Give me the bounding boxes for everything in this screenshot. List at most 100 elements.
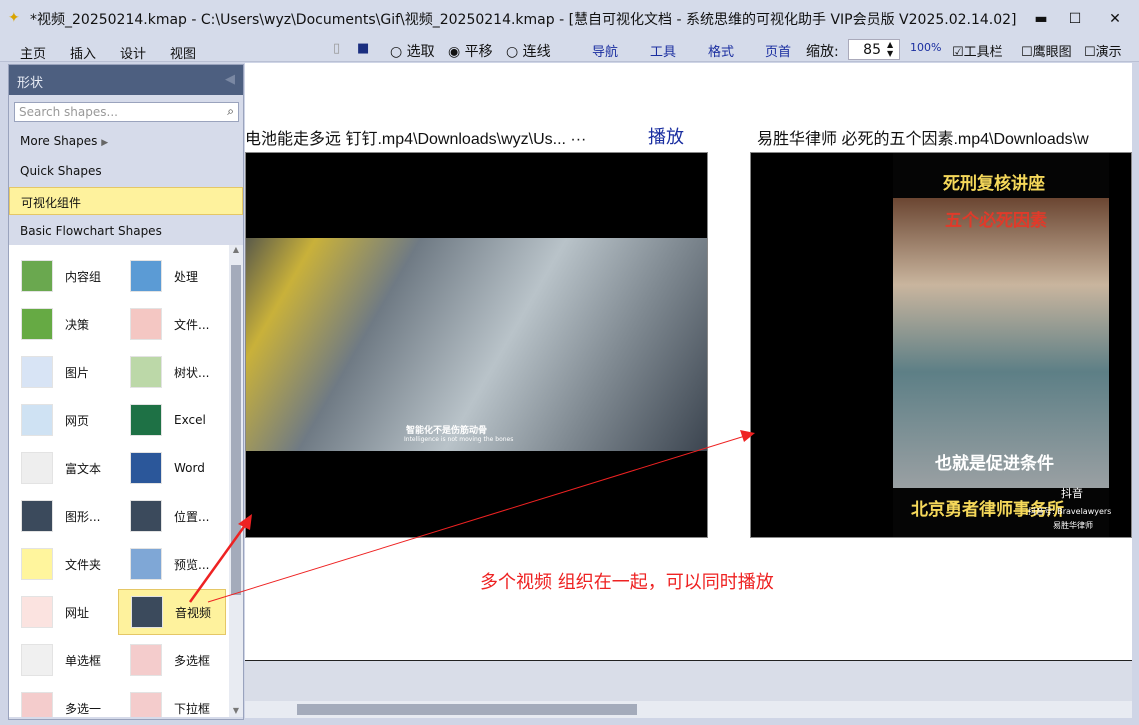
shape-label: 多选框 (174, 653, 211, 668)
eagle-eye-label: 鹰眼图 (1032, 45, 1072, 60)
category-label: More Shapes (20, 134, 98, 148)
shape-item[interactable]: Word (118, 445, 226, 491)
shape-label: 音视频 (175, 605, 212, 620)
shape-thumbnail-icon (21, 260, 53, 292)
shape-label: 树状... (174, 365, 210, 380)
pan-label: 平移 (464, 44, 493, 60)
shape-label: 富文本 (65, 461, 102, 476)
panel-scrollbar[interactable]: ▲ ▼ (229, 245, 243, 717)
video1-label: 电池能走多远 钉钉.mp4\Downloads\wyz\Us... ··· (245, 131, 587, 148)
shape-item[interactable]: 多选框 (118, 637, 226, 683)
shape-label: 下拉框 (174, 701, 211, 716)
maximize-button[interactable]: ☐ (1060, 8, 1090, 30)
shape-item[interactable]: 图形... (9, 493, 117, 539)
shape-label: 图形... (65, 509, 101, 524)
play-button[interactable]: 播放 (648, 123, 684, 149)
shape-thumbnail-icon (21, 500, 53, 532)
close-button[interactable]: ✕ (1100, 8, 1130, 30)
shape-item[interactable]: 预览... (118, 541, 226, 587)
shape-thumbnail-icon (131, 596, 163, 628)
video1-subtitle: 智能化不是伤筋动骨 (406, 426, 488, 436)
shape-item[interactable]: 文件夹 (9, 541, 117, 587)
shape-item[interactable]: 内容组 (9, 253, 117, 299)
shape-thumbnail-icon (21, 308, 53, 340)
present-checkbox[interactable]: ☐演示 (1084, 41, 1122, 60)
shape-item[interactable]: 单选框 (9, 637, 117, 683)
shape-item[interactable]: 文件... (118, 301, 226, 347)
eagle-eye-checkbox[interactable]: ☐鹰眼图 (1021, 41, 1072, 60)
video-frame (246, 238, 707, 451)
shape-item[interactable]: 图片 (9, 349, 117, 395)
shape-item[interactable]: 位置... (118, 493, 226, 539)
shape-label: 处理 (174, 269, 199, 284)
zoom-spinner[interactable]: ▲ ▼ (887, 40, 893, 58)
video-player-2[interactable]: 死刑复核讲座 五个必死因素 也就是促进条件 北京勇者律师事务所 抖音 抖音号: … (750, 152, 1132, 538)
shape-thumbnail-icon (21, 692, 53, 717)
shape-label: 多选一 (65, 701, 102, 716)
search-placeholder: Search shapes... (19, 105, 118, 119)
panel-title: 形状 (17, 76, 44, 91)
shape-item[interactable]: 音视频 (118, 589, 226, 635)
page-home-button[interactable]: 页首 (765, 41, 791, 60)
nav-button[interactable]: 导航 (592, 41, 618, 60)
shape-thumbnail-icon (130, 452, 162, 484)
radio-connect[interactable]: ○ 连线 (506, 41, 551, 61)
menu-insert[interactable]: 插入 (70, 43, 96, 62)
minimize-button[interactable]: ▬ (1026, 8, 1056, 30)
menu-design[interactable]: 设计 (120, 43, 146, 62)
video2-overlay: 五个必死因素 (945, 211, 1047, 231)
shape-item[interactable]: 多选一 (9, 685, 117, 717)
shape-thumbnail-icon (130, 260, 162, 292)
shape-thumbnail-icon (21, 548, 53, 580)
save-icon[interactable]: ■ (357, 41, 369, 56)
scrollbar-thumb[interactable] (231, 265, 241, 595)
shape-item[interactable]: Excel (118, 397, 226, 443)
video2-label: 易胜华律师 必死的五个因素.mp4\Downloads\w (757, 131, 1089, 148)
video-player-1[interactable]: 智能化不是伤筋动骨 Intelligence is not moving the… (245, 152, 708, 538)
annotation-text: 多个视频 组织在一起，可以同时播放 (480, 572, 774, 593)
shape-label: 文件... (174, 317, 210, 332)
shape-thumbnail-icon (21, 404, 53, 436)
horizontal-scrollbar[interactable] (245, 701, 1132, 718)
radio-select[interactable]: ○ 选取 (390, 41, 435, 61)
format-button[interactable]: 格式 (708, 41, 734, 60)
search-icon[interactable]: ⌕ (227, 104, 234, 119)
shape-item[interactable]: 树状... (118, 349, 226, 395)
window-title: *视频_20250214.kmap - C:\Users\wyz\Documen… (30, 12, 1017, 28)
shape-label: 网页 (65, 413, 90, 428)
tools-button[interactable]: 工具 (650, 41, 676, 60)
shape-label: 位置... (174, 509, 210, 524)
shape-item[interactable]: 富文本 (9, 445, 117, 491)
shape-label: 决策 (65, 317, 90, 332)
category-basic-flowchart[interactable]: Basic Flowchart Shapes (9, 218, 243, 246)
canvas-bottom-area (245, 661, 1132, 701)
connect-label: 连线 (522, 44, 551, 60)
video1-subtitle-en: Intelligence is not moving the bones (404, 436, 514, 443)
shape-item[interactable]: 网页 (9, 397, 117, 443)
panel-header: 形状 ◀ (9, 65, 243, 95)
zoom-100-button[interactable]: 100% (910, 41, 941, 54)
shape-item[interactable]: 处理 (118, 253, 226, 299)
category-visual-components[interactable]: 可视化组件 (9, 187, 243, 215)
shape-label: 内容组 (65, 269, 102, 284)
shape-item[interactable]: 下拉框 (118, 685, 226, 717)
scrollbar-thumb[interactable] (297, 704, 637, 715)
toolbar-checkbox-label: 工具栏 (963, 45, 1003, 60)
radio-pan[interactable]: ◉ 平移 (448, 41, 493, 61)
video2-title: 死刑复核讲座 (943, 174, 1045, 194)
search-shapes-input[interactable]: Search shapes... ⌕ (14, 102, 239, 122)
shape-item[interactable]: 网址 (9, 589, 117, 635)
canvas[interactable]: 电池能走多远 钉钉.mp4\Downloads\wyz\Us... ··· 播放… (245, 63, 1132, 661)
menu-view[interactable]: 视图 (170, 43, 196, 62)
shape-thumbnail-icon (130, 500, 162, 532)
shape-thumbnail-icon (130, 644, 162, 676)
category-quick-shapes[interactable]: Quick Shapes (9, 158, 243, 186)
shape-item[interactable]: 决策 (9, 301, 117, 347)
new-file-icon[interactable]: ▯ (333, 41, 340, 56)
category-more-shapes[interactable]: More Shapes ▶ (9, 128, 243, 156)
video2-account: 抖音号: Bravelawyers (1028, 507, 1112, 516)
video2-subtitle: 也就是促进条件 (935, 454, 1054, 474)
toolbar-checkbox[interactable]: ☑工具栏 (952, 41, 1003, 60)
collapse-icon[interactable]: ◀ (225, 72, 235, 87)
menu-home[interactable]: 主页 (20, 43, 46, 62)
